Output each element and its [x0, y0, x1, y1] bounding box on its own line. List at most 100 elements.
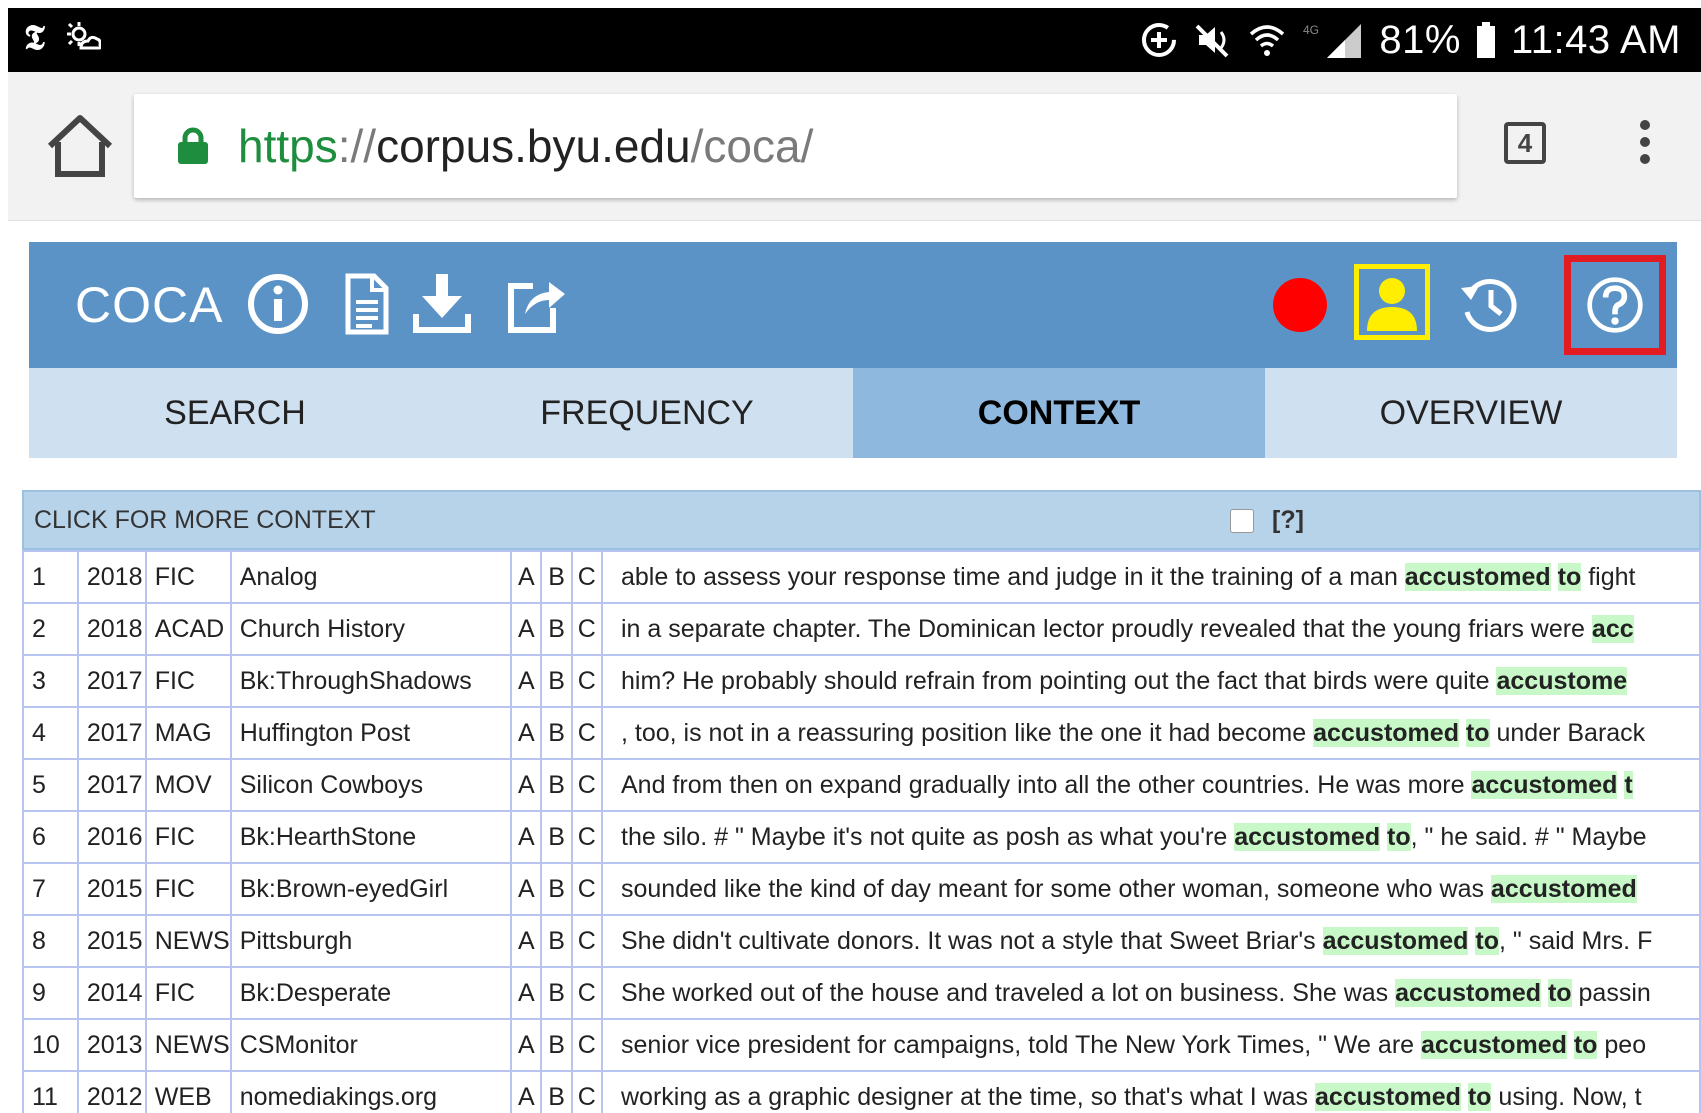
- url-text[interactable]: https://corpus.byu.edu/coca/: [238, 94, 813, 198]
- row-b-link[interactable]: B: [540, 1018, 573, 1072]
- download-icon[interactable]: [410, 272, 474, 336]
- table-row[interactable]: 11 2012 WEB nomediakings.org A B Cworking as a…: [22, 1070, 1701, 1113]
- row-a-link[interactable]: A: [510, 914, 543, 968]
- table-row[interactable]: 1 2018 FIC Analog A B Cable to assess your res…: [22, 550, 1701, 604]
- row-source[interactable]: Analog: [229, 550, 513, 604]
- keyword-highlight[interactable]: accustomed: [1322, 926, 1469, 955]
- keyword-highlight[interactable]: to: [1573, 1030, 1598, 1059]
- home-icon[interactable]: [42, 110, 118, 180]
- row-c-link[interactable]: C: [570, 862, 604, 916]
- row-a-link[interactable]: A: [510, 810, 543, 864]
- tab-frequency[interactable]: FREQUENCY: [441, 368, 853, 458]
- keyword-highlight[interactable]: to: [1547, 978, 1572, 1007]
- row-b-link[interactable]: B: [540, 758, 573, 812]
- row-source[interactable]: Church History: [229, 602, 513, 656]
- row-source[interactable]: Bk:ThroughShadows: [229, 654, 513, 708]
- row-context[interactable]: She didn't cultivate donors. It was not …: [601, 914, 1701, 968]
- keyword-highlight[interactable]: to: [1465, 718, 1490, 747]
- row-source[interactable]: Bk:HearthStone: [229, 810, 513, 864]
- keyword-highlight[interactable]: accustomed: [1421, 1030, 1567, 1059]
- row-c-link[interactable]: C: [570, 758, 604, 812]
- row-a-link[interactable]: A: [510, 550, 543, 604]
- row-a-link[interactable]: A: [510, 1018, 543, 1072]
- keyword-highlight[interactable]: accustomed: [1395, 978, 1541, 1007]
- keyword-highlight[interactable]: acc: [1591, 614, 1634, 643]
- row-c-link[interactable]: C: [570, 810, 604, 864]
- table-row[interactable]: 9 2014 FIC Bk:Desperate A B C She worked out of…: [22, 966, 1701, 1020]
- table-row[interactable]: 2 2018 ACAD Church History A B Cin a separate …: [22, 602, 1701, 656]
- row-context[interactable]: sounded like the kind of day meant for s…: [601, 862, 1701, 916]
- keyword-highlight[interactable]: accustomed: [1234, 822, 1381, 851]
- row-a-link[interactable]: A: [510, 654, 543, 708]
- row-source[interactable]: CSMonitor: [229, 1018, 513, 1072]
- row-b-link[interactable]: B: [540, 602, 573, 656]
- row-context[interactable]: him? He probably should refrain from poi…: [601, 654, 1701, 708]
- table-row[interactable]: 10 2013 NEWS CSMonitor A B Csenior vice presid…: [22, 1018, 1701, 1072]
- keyword-highlight[interactable]: to: [1387, 822, 1411, 851]
- row-b-link[interactable]: B: [540, 862, 573, 916]
- row-a-link[interactable]: A: [510, 862, 543, 916]
- overflow-menu-icon[interactable]: [1638, 120, 1652, 172]
- row-b-link[interactable]: B: [540, 1070, 573, 1113]
- row-b-link[interactable]: B: [540, 810, 573, 864]
- keyword-highlight[interactable]: accustomed: [1404, 562, 1551, 591]
- row-c-link[interactable]: C: [570, 1070, 604, 1113]
- site-title[interactable]: COCA: [75, 242, 223, 368]
- row-source[interactable]: Bk:Desperate: [229, 966, 513, 1020]
- help-button[interactable]: [1564, 255, 1666, 355]
- row-b-link[interactable]: B: [540, 550, 573, 604]
- select-all-checkbox[interactable]: [1230, 509, 1254, 533]
- tab-switcher-button[interactable]: 4: [1504, 122, 1546, 164]
- row-context[interactable]: in a separate chapter. The Dominican lec…: [601, 602, 1701, 656]
- row-b-link[interactable]: B: [540, 706, 573, 760]
- record-icon[interactable]: [1273, 278, 1327, 332]
- keyword-highlight[interactable]: t: [1624, 770, 1633, 799]
- row-context[interactable]: senior vice president for campaigns, tol…: [601, 1018, 1701, 1072]
- address-bar[interactable]: https://corpus.byu.edu/coca/: [134, 94, 1457, 198]
- row-source[interactable]: Silicon Cowboys: [229, 758, 513, 812]
- row-source[interactable]: nomediakings.org: [229, 1070, 513, 1113]
- row-context[interactable]: the silo. # " Maybe it's not quite as po…: [601, 810, 1701, 864]
- row-b-link[interactable]: B: [540, 914, 573, 968]
- row-source[interactable]: Huffington Post: [229, 706, 513, 760]
- row-c-link[interactable]: C: [570, 914, 604, 968]
- tab-context[interactable]: CONTEXT: [853, 368, 1265, 458]
- table-row[interactable]: 4 2017 MAG Huffington Post A B C , too, is not …: [22, 706, 1701, 760]
- keyword-highlight[interactable]: to: [1475, 926, 1500, 955]
- row-source[interactable]: Bk:Brown-eyedGirl: [229, 862, 513, 916]
- keyword-highlight[interactable]: accustomed: [1490, 874, 1637, 903]
- row-source[interactable]: Pittsburgh: [229, 914, 513, 968]
- row-a-link[interactable]: A: [510, 758, 543, 812]
- keyword-highlight[interactable]: to: [1557, 562, 1582, 591]
- row-context[interactable]: working as a graphic designer at the tim…: [601, 1070, 1701, 1113]
- user-button[interactable]: [1354, 264, 1430, 340]
- results-help-link[interactable]: [?]: [1272, 492, 1304, 548]
- row-context[interactable]: And from then on expand gradually into a…: [601, 758, 1701, 812]
- keyword-highlight[interactable]: accustome: [1496, 666, 1628, 695]
- share-icon[interactable]: [503, 272, 567, 336]
- row-b-link[interactable]: B: [540, 966, 573, 1020]
- table-row[interactable]: 7 2015 FIC Bk:Brown-eyedGirl A B Csounded like…: [22, 862, 1701, 916]
- history-icon[interactable]: [1457, 272, 1521, 336]
- tab-overview[interactable]: OVERVIEW: [1265, 368, 1677, 458]
- row-context[interactable]: , too, is not in a reassuring position l…: [601, 706, 1701, 760]
- document-icon[interactable]: [334, 272, 398, 336]
- row-c-link[interactable]: C: [570, 654, 604, 708]
- info-icon[interactable]: [246, 272, 310, 336]
- row-c-link[interactable]: C: [570, 966, 604, 1020]
- table-row[interactable]: 5 2017 MOV Silicon Cowboys A B C And from then …: [22, 758, 1701, 812]
- row-context[interactable]: able to assess your response time and ju…: [601, 550, 1701, 604]
- row-a-link[interactable]: A: [510, 706, 543, 760]
- table-row[interactable]: 6 2016 FIC Bk:HearthStone A B Cthe silo. # " M…: [22, 810, 1701, 864]
- row-c-link[interactable]: C: [570, 706, 604, 760]
- row-a-link[interactable]: A: [510, 602, 543, 656]
- tab-search[interactable]: SEARCH: [29, 368, 441, 458]
- row-c-link[interactable]: C: [570, 550, 604, 604]
- row-context[interactable]: She worked out of the house and traveled…: [601, 966, 1701, 1020]
- keyword-highlight[interactable]: accustomed: [1315, 1082, 1461, 1111]
- keyword-highlight[interactable]: to: [1467, 1082, 1492, 1111]
- row-a-link[interactable]: A: [510, 966, 543, 1020]
- table-row[interactable]: 3 2017 FIC Bk:ThroughShadows A B Chim? He prob…: [22, 654, 1701, 708]
- keyword-highlight[interactable]: accustomed: [1313, 718, 1459, 747]
- table-row[interactable]: 8 2015 NEWS Pittsburgh A B C She didn't cultiva…: [22, 914, 1701, 968]
